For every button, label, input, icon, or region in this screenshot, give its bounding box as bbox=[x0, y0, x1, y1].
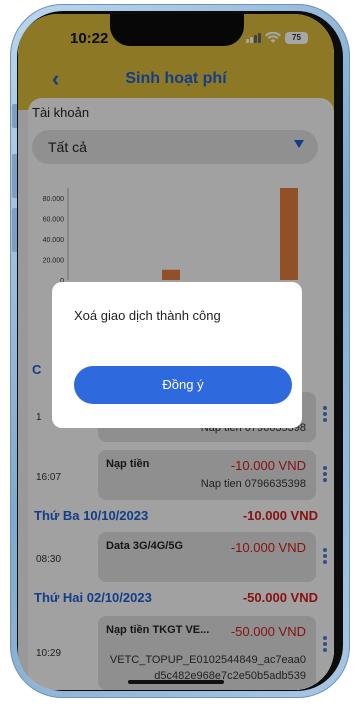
success-dialog: Xoá giao dịch thành công Đồng ý bbox=[52, 282, 302, 428]
app-screen: 10:22 75 ‹ Sinh hoạt phí Tài khoản Tất c… bbox=[18, 14, 334, 690]
confirm-button[interactable]: Đồng ý bbox=[74, 366, 292, 404]
dialog-message: Xoá giao dịch thành công bbox=[74, 308, 221, 323]
home-indicator bbox=[128, 680, 224, 684]
